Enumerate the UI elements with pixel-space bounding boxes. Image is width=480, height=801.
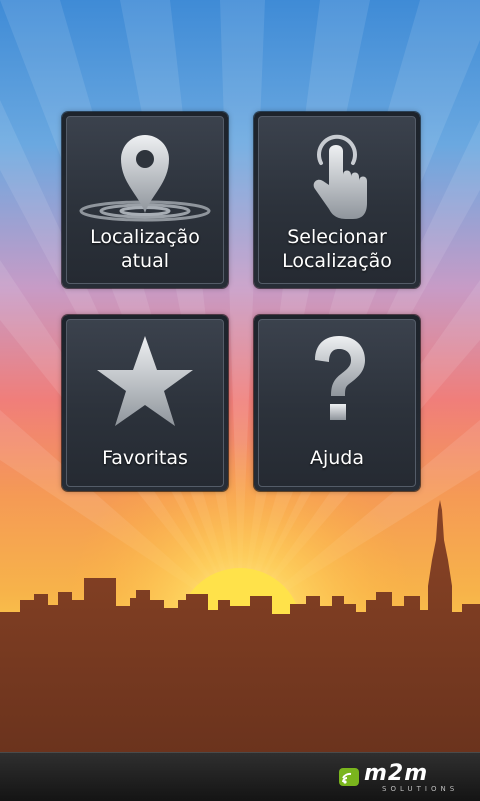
favorites-label: Favoritas bbox=[102, 447, 188, 469]
location-pin-icon bbox=[67, 129, 223, 225]
select-location-button[interactable]: Selecionar Localização bbox=[254, 112, 420, 288]
bottom-bar: m2m SOLUTIONS bbox=[0, 752, 480, 801]
wireless-signal-icon bbox=[339, 768, 359, 786]
favorites-button[interactable]: Favoritas bbox=[62, 315, 228, 491]
tap-finger-icon bbox=[259, 129, 415, 225]
tile-face: Selecionar Localização bbox=[258, 116, 416, 284]
brand-tagline: SOLUTIONS bbox=[382, 785, 459, 793]
tile-face: Favoritas bbox=[66, 319, 224, 487]
help-label: Ajuda bbox=[309, 447, 365, 469]
star-icon bbox=[67, 332, 223, 428]
select-location-label: Selecionar Localização bbox=[282, 226, 392, 272]
tile-face: Ajuda bbox=[258, 319, 416, 487]
brand-name: m2m bbox=[364, 761, 429, 786]
tile-face: Localização atual bbox=[66, 116, 224, 284]
current-location-button[interactable]: Localização atual bbox=[62, 112, 228, 288]
help-button[interactable]: Ajuda bbox=[254, 315, 420, 491]
question-mark-icon bbox=[259, 332, 415, 428]
current-location-label: Localização atual bbox=[90, 226, 200, 272]
m2m-solutions-logo: m2m SOLUTIONS bbox=[338, 761, 462, 793]
